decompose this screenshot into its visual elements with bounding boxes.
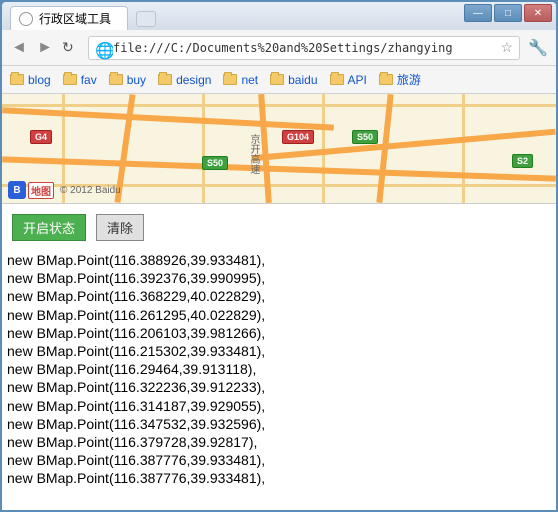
baidu-paw-icon: B <box>8 181 26 199</box>
bookmark-label: design <box>176 73 211 87</box>
code-line: new BMap.Point(116.347532,39.932596), <box>7 415 551 433</box>
map-area[interactable]: G4 S50 G104 S50 S2 京开高速 B 地图 © 2012 Baidu <box>2 94 556 204</box>
bookmark-item[interactable]: design <box>158 73 211 87</box>
page-icon <box>19 12 33 26</box>
titlebar: 行政区域工具 — □ ✕ <box>2 2 556 30</box>
folder-icon <box>270 74 284 85</box>
page-content: G4 S50 G104 S50 S2 京开高速 B 地图 © 2012 Baidu 开启… <box>2 94 556 510</box>
folder-icon <box>158 74 172 85</box>
minimize-button[interactable]: — <box>464 4 492 22</box>
code-line: new BMap.Point(116.392376,39.990995), <box>7 269 551 287</box>
bookmark-item[interactable]: 旅游 <box>379 71 421 88</box>
baidu-logo: B 地图 © 2012 Baidu <box>8 181 121 199</box>
code-line: new BMap.Point(116.314187,39.929055), <box>7 397 551 415</box>
bookmark-label: fav <box>81 73 97 87</box>
forward-button[interactable]: ► <box>36 39 54 57</box>
bookmark-item[interactable]: buy <box>109 73 146 87</box>
bookmark-label: net <box>241 73 258 87</box>
bookmark-label: buy <box>127 73 146 87</box>
tab-title: 行政区域工具 <box>39 10 111 27</box>
code-line: new BMap.Point(116.387776,39.933481), <box>7 451 551 469</box>
browser-window: 行政区域工具 — □ ✕ ◄ ► ↻ 🌐 ☆ 🔧 blog fav buy desig… <box>2 2 556 510</box>
url-input[interactable] <box>113 41 497 55</box>
code-line: new BMap.Point(116.387776,39.933481), <box>7 469 551 487</box>
bookmark-label: 旅游 <box>397 71 421 88</box>
bookmark-label: baidu <box>288 73 317 87</box>
browser-tab[interactable]: 行政区域工具 <box>10 6 128 30</box>
bookmark-item[interactable]: fav <box>63 73 97 87</box>
clear-button[interactable]: 清除 <box>96 214 144 241</box>
window-controls: — □ ✕ <box>464 4 552 22</box>
road-shield: S50 <box>202 156 228 170</box>
code-output: new BMap.Point(116.388926,39.933481),new… <box>2 251 556 487</box>
url-bar[interactable]: 🌐 ☆ <box>88 36 520 60</box>
folder-icon <box>223 74 237 85</box>
code-line: new BMap.Point(116.215302,39.933481), <box>7 342 551 360</box>
folder-icon <box>109 74 123 85</box>
folder-icon <box>379 74 393 85</box>
bookmark-item[interactable]: baidu <box>270 73 317 87</box>
code-line: new BMap.Point(116.206103,39.981266), <box>7 324 551 342</box>
back-button[interactable]: ◄ <box>10 39 28 57</box>
settings-wrench-icon[interactable]: 🔧 <box>528 38 548 58</box>
bookmark-item[interactable]: API <box>330 73 367 87</box>
bookmark-item[interactable]: net <box>223 73 258 87</box>
maximize-button[interactable]: □ <box>494 4 522 22</box>
toolbar: ◄ ► ↻ 🌐 ☆ 🔧 <box>2 30 556 66</box>
folder-icon <box>63 74 77 85</box>
folder-icon <box>330 74 344 85</box>
bookmark-item[interactable]: blog <box>10 73 51 87</box>
map-copyright: © 2012 Baidu <box>60 185 121 196</box>
close-button[interactable]: ✕ <box>524 4 552 22</box>
code-line: new BMap.Point(116.29464,39.913118), <box>7 360 551 378</box>
code-line: new BMap.Point(116.379728,39.92817), <box>7 433 551 451</box>
new-tab-button[interactable] <box>136 11 156 27</box>
reload-button[interactable]: ↻ <box>62 39 80 57</box>
controls-row: 开启状态 清除 <box>2 204 556 251</box>
bookmarks-bar: blog fav buy design net baidu API 旅游 <box>2 66 556 94</box>
baidu-ditu-label: 地图 <box>28 182 54 199</box>
bookmark-label: blog <box>28 73 51 87</box>
bookmark-star-icon[interactable]: ☆ <box>501 39 514 56</box>
code-line: new BMap.Point(116.368229,40.022829), <box>7 287 551 305</box>
road-shield: S2 <box>512 154 533 168</box>
code-line: new BMap.Point(116.322236,39.912233), <box>7 378 551 396</box>
code-line: new BMap.Point(116.388926,39.933481), <box>7 251 551 269</box>
open-status-button[interactable]: 开启状态 <box>12 214 86 241</box>
bookmark-label: API <box>348 73 367 87</box>
globe-icon: 🌐 <box>95 41 109 55</box>
road-shield: G104 <box>282 130 314 144</box>
road-shield: S50 <box>352 130 378 144</box>
code-line: new BMap.Point(116.261295,40.022829), <box>7 306 551 324</box>
road-shield: G4 <box>30 130 52 144</box>
road-label: 京开高速 <box>246 134 261 174</box>
folder-icon <box>10 74 24 85</box>
